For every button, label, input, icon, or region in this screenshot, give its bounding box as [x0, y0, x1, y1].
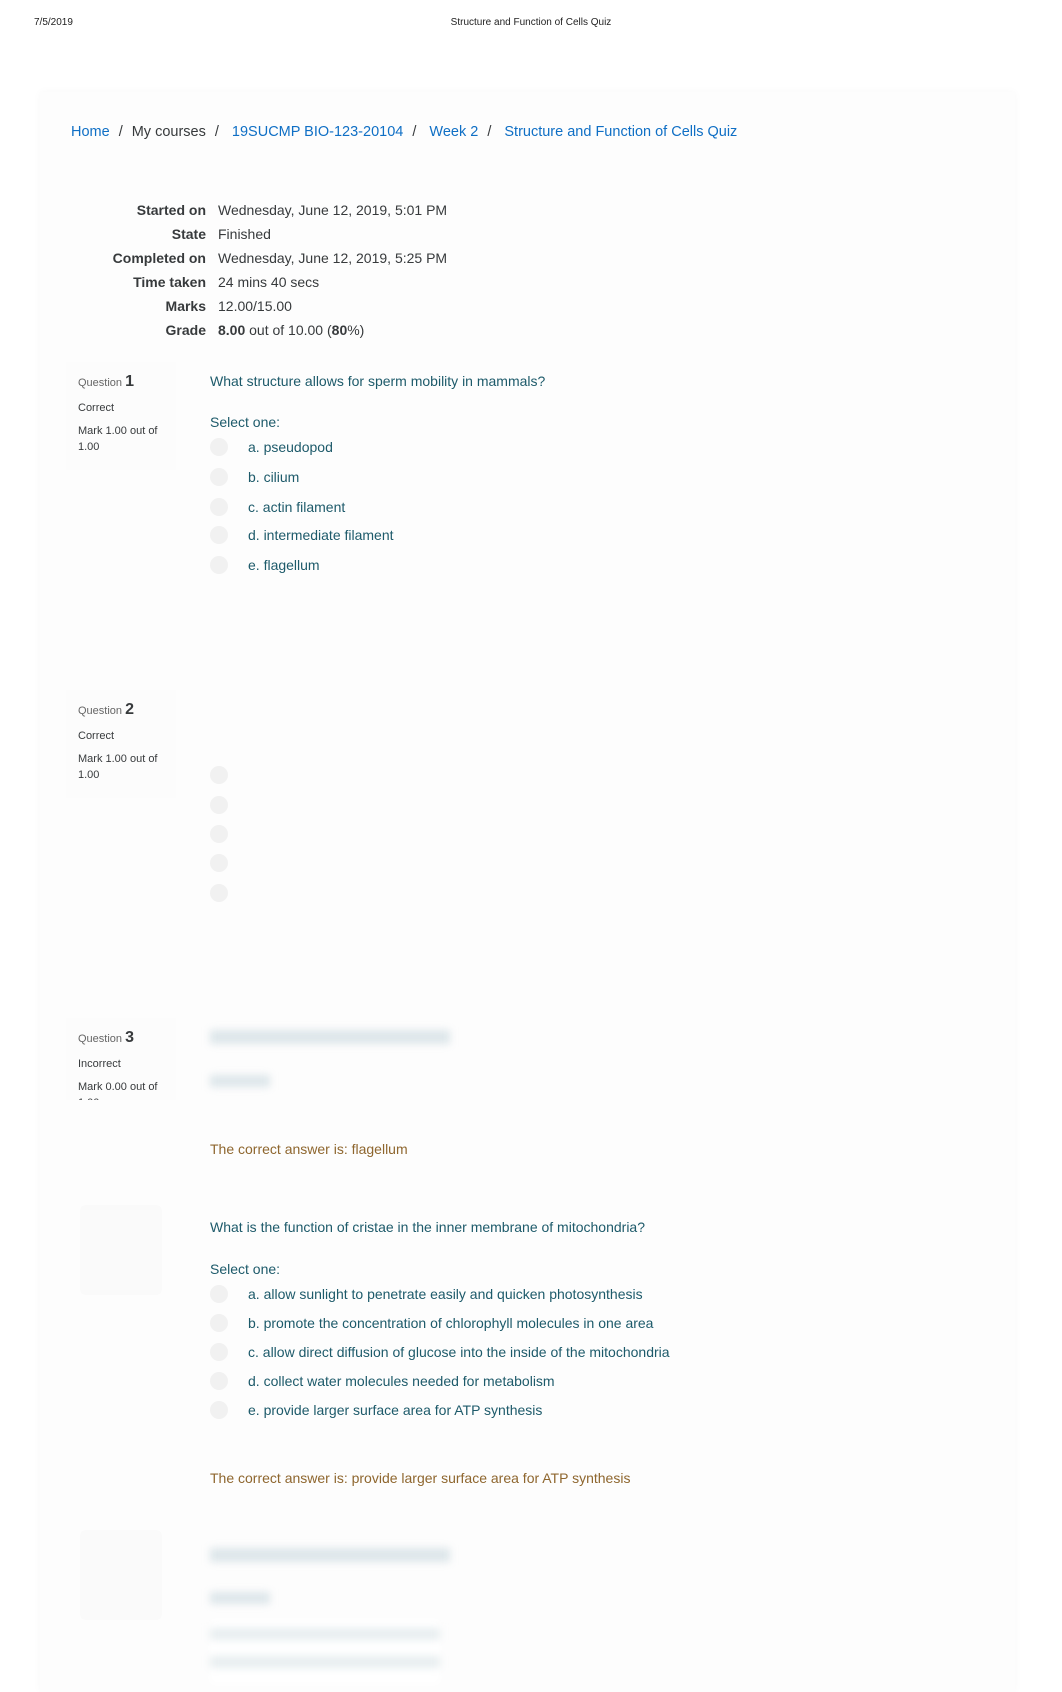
option[interactable]: [210, 766, 248, 784]
summary-value: Wednesday, June 12, 2019, 5:01 PM: [218, 202, 448, 218]
question-info-2: Question 2 Correct Mark 1.00 out of 1.00: [66, 690, 176, 798]
breadcrumb-home[interactable]: Home: [71, 124, 110, 140]
summary-value: 12.00/15.00: [218, 298, 292, 314]
summary-label: Time taken: [133, 274, 206, 290]
breadcrumb-course[interactable]: 19SUCMP BIO-123-20104: [232, 124, 403, 140]
radio-button[interactable]: [210, 854, 228, 872]
option[interactable]: [210, 796, 248, 814]
option-label: c. actin filament: [248, 499, 346, 515]
radio-button[interactable]: [210, 766, 228, 784]
option[interactable]: b. cilium: [210, 468, 299, 486]
question-status: Correct: [78, 402, 115, 414]
question-text: What is the function of cristae in the i…: [210, 1219, 645, 1235]
option[interactable]: b. promote the concentration of chloroph…: [210, 1314, 653, 1332]
option-label: d. intermediate filament: [248, 527, 394, 543]
radio-button[interactable]: [210, 1343, 228, 1361]
question-label: Question: [78, 1033, 123, 1045]
question-status: Correct: [78, 730, 115, 742]
breadcrumb: Home / My courses/ 19SUCMP BIO-123-20104/ …: [71, 124, 738, 140]
breadcrumb-week[interactable]: Week 2: [429, 124, 478, 140]
summary-label: Marks: [165, 298, 206, 314]
option-label: e. provide larger surface area for ATP s…: [248, 1402, 543, 1418]
question-mark: Mark 0.00 out of 1.00: [78, 1080, 158, 1101]
option[interactable]: [210, 854, 248, 872]
option[interactable]: a. pseudopod: [210, 438, 333, 456]
radio-button[interactable]: [210, 526, 228, 544]
radio-button[interactable]: [210, 1314, 228, 1332]
summary-label: Grade: [165, 322, 206, 338]
radio-button[interactable]: [210, 825, 228, 843]
option-label: d. collect water molecules needed for me…: [248, 1373, 555, 1389]
breadcrumb-my-courses: My courses: [131, 124, 206, 140]
grade: 8.00: [218, 322, 246, 338]
question-info-3: Question 3 Incorrect Mark 0.00 out of 1.…: [66, 1018, 176, 1100]
question-info-1: Question 1 Correct Mark 1.00 out of 1.00: [66, 362, 176, 470]
question-info-placeholder: [80, 1530, 162, 1620]
option[interactable]: c. actin filament: [210, 498, 345, 516]
question-label: Question: [78, 705, 123, 717]
option[interactable]: e. provide larger surface area for ATP s…: [210, 1401, 542, 1419]
grade-suffix: %): [347, 322, 365, 338]
summary-label: Completed on: [112, 250, 206, 266]
blurred-select-label: [210, 1592, 270, 1604]
grade-percent: 80: [331, 322, 348, 338]
question-number: 3: [125, 1029, 134, 1046]
correct-answer: The correct answer is: provide larger su…: [210, 1470, 631, 1486]
question-number: 2: [125, 701, 134, 718]
correct-answer: The correct answer is: flagellum: [210, 1141, 408, 1157]
grade-value: 8.00 out of 10.00 (80%): [218, 322, 364, 338]
option[interactable]: d. collect water molecules needed for me…: [210, 1372, 555, 1390]
option[interactable]: c. allow direct diffusion of glucose int…: [210, 1343, 670, 1361]
select-one-label: Select one:: [210, 414, 281, 430]
option-label: b. cilium: [248, 469, 300, 485]
option-label: a. allow sunlight to penetrate easily an…: [248, 1286, 643, 1302]
radio-button[interactable]: [210, 1372, 228, 1390]
select-one-label: Select one:: [210, 1261, 281, 1277]
radio-button[interactable]: [210, 498, 228, 516]
summary-value: Wednesday, June 12, 2019, 5:25 PM: [218, 250, 448, 266]
question-mark: Mark 1.00 out of 1.00: [78, 424, 158, 454]
radio-button[interactable]: [210, 468, 228, 486]
option-label: b. promote the concentration of chloroph…: [248, 1315, 654, 1331]
option-label: e. flagellum: [248, 557, 320, 573]
option[interactable]: a. allow sunlight to penetrate easily an…: [210, 1285, 643, 1303]
print-title: Structure and Function of Cells Quiz: [450, 17, 612, 28]
radio-button[interactable]: [210, 796, 228, 814]
blurred-select-label: [210, 1075, 270, 1087]
question-status: Incorrect: [78, 1058, 121, 1070]
attempt-summary: Started on Wednesday, June 12, 2019, 5:01…: [76, 198, 976, 342]
question-number: 1: [125, 373, 134, 390]
question-text: What structure allows for sperm mobility…: [210, 373, 546, 389]
radio-button[interactable]: [210, 1285, 228, 1303]
radio-button[interactable]: [210, 884, 228, 902]
option-label: c. allow direct diffusion of glucose int…: [248, 1344, 670, 1360]
summary-value: 24 mins 40 secs: [218, 274, 320, 290]
option-label: a. pseudopod: [248, 439, 333, 455]
question-info-placeholder: [80, 1205, 162, 1295]
radio-button[interactable]: [210, 556, 228, 574]
breadcrumb-quiz[interactable]: Structure and Function of Cells Quiz: [504, 124, 737, 140]
option[interactable]: d. intermediate filament: [210, 526, 394, 544]
grade-out-of: out of 10.00 (: [245, 322, 332, 338]
option[interactable]: [210, 884, 248, 902]
blurred-options: [210, 1620, 440, 1684]
blurred-question-text: [210, 1548, 450, 1562]
radio-button[interactable]: [210, 1401, 228, 1419]
question-label: Question: [78, 377, 123, 389]
option[interactable]: [210, 825, 248, 843]
blurred-question-text: [210, 1030, 450, 1044]
question-mark: Mark 1.00 out of 1.00: [78, 752, 158, 782]
summary-label: Started on: [136, 202, 206, 218]
summary-value: Finished: [218, 226, 271, 242]
radio-button[interactable]: [210, 438, 228, 456]
summary-label: State: [171, 226, 206, 242]
option[interactable]: e. flagellum: [210, 556, 320, 574]
